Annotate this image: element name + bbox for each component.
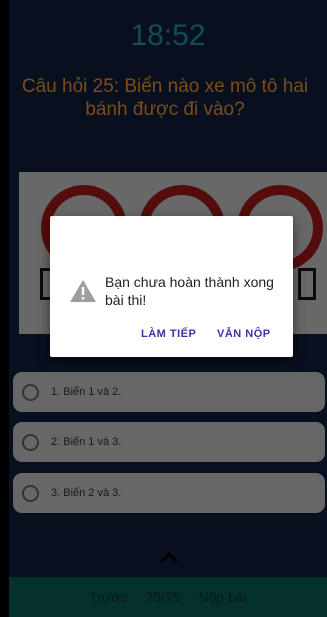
continue-button[interactable]: LÀM TIẾP [141, 328, 196, 340]
submit-anyway-button[interactable]: VẪN NỘP [217, 328, 271, 340]
dialog-message: Bạn chưa hoàn thành xong bài thi! [105, 274, 274, 308]
incomplete-exam-dialog: Bạn chưa hoàn thành xong bài thi! LÀM TI… [50, 216, 293, 357]
warning-icon [70, 280, 96, 302]
